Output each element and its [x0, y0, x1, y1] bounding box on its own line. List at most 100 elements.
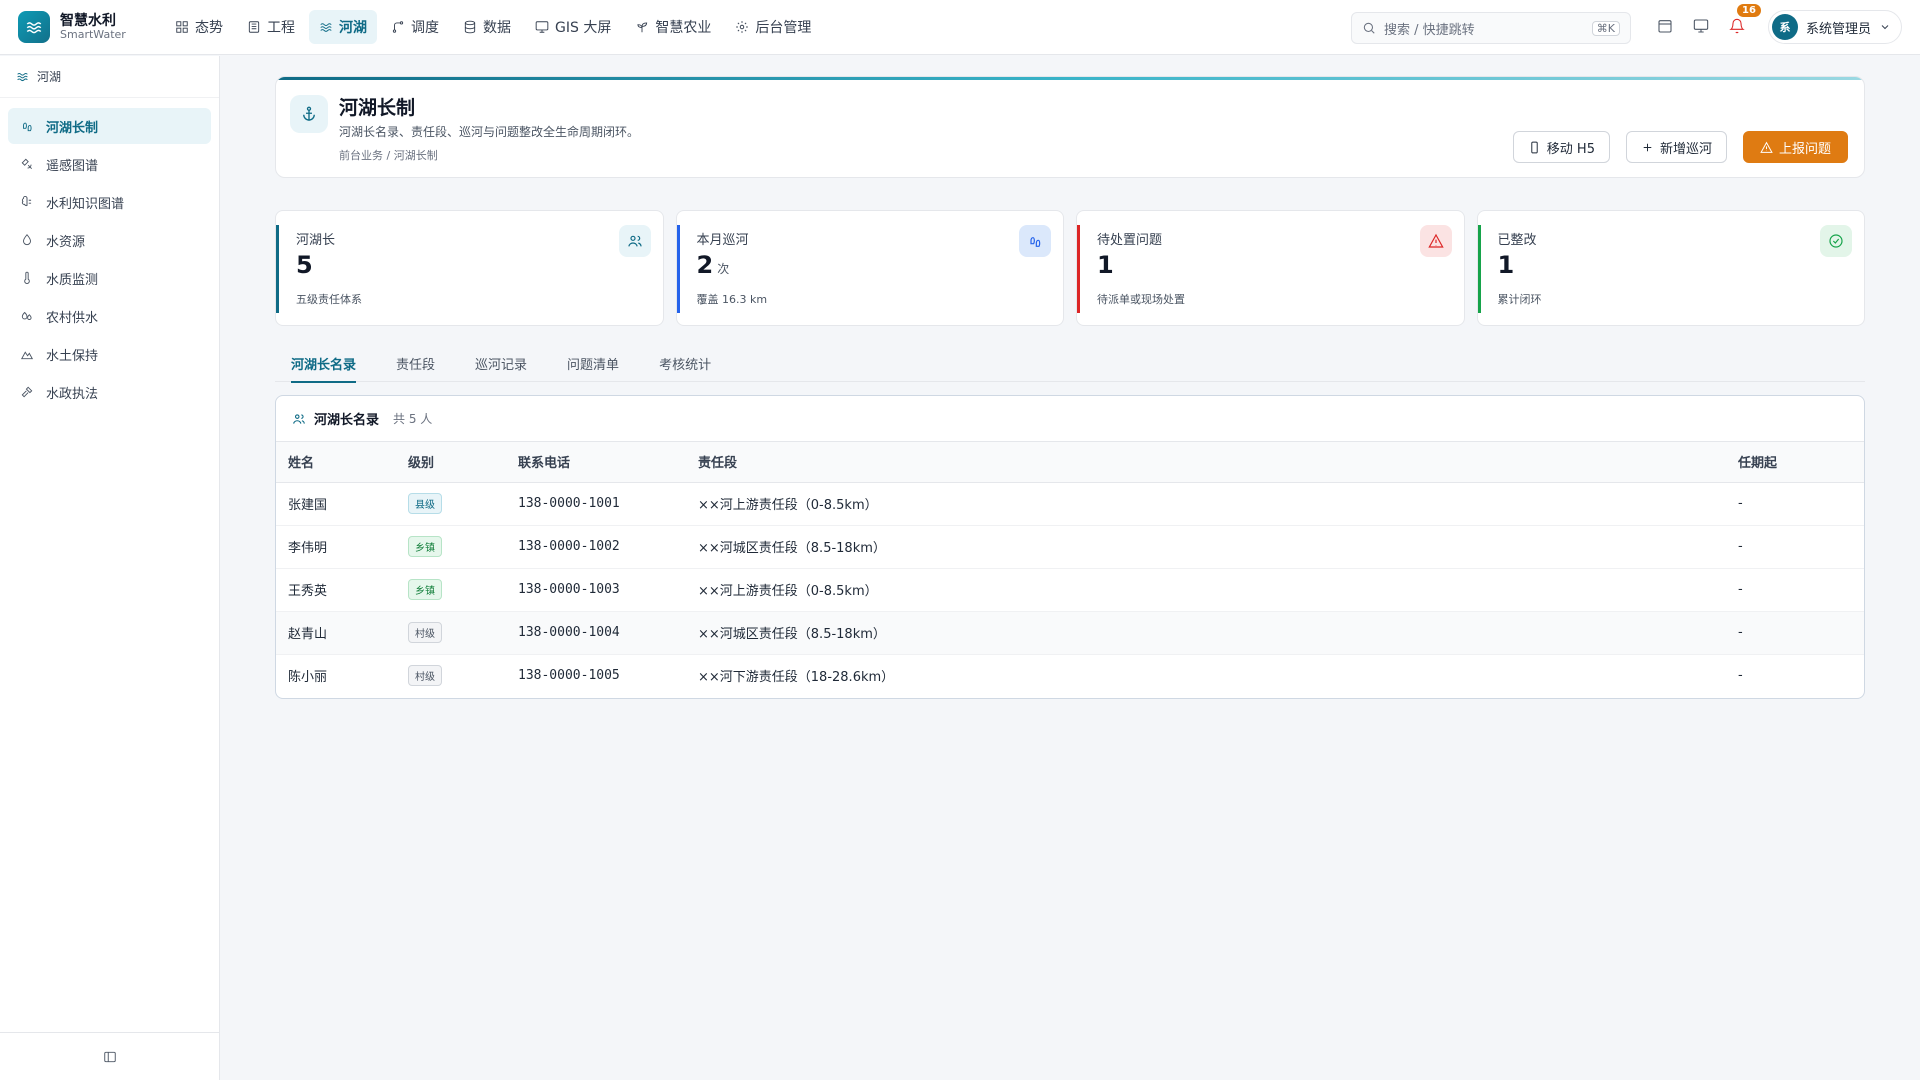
database-icon [464, 20, 476, 34]
main-nav: 态势 工程 河湖 调度 数据 GIS 大屏 智慧农业 后台管理 [165, 10, 821, 44]
stat-label: 待处置问题 [1097, 233, 1163, 248]
top-icons: 16 [1655, 4, 1761, 38]
breadcrumb[interactable]: 前台业务 / 河湖长制 [339, 147, 438, 163]
brand[interactable]: 智慧水利 SmartWater [0, 11, 165, 43]
cell-phone: 138-0000-1003 [506, 568, 686, 612]
cell-term-start: - [1726, 568, 1864, 612]
grid-icon [176, 21, 188, 33]
nav-item-dispatch[interactable]: 调度 [381, 10, 449, 44]
stat-accent-bar [1477, 225, 1481, 313]
sidebar-item-label: 水利知识图谱 [46, 196, 125, 212]
stat-card-river-chiefs: 河湖长 5 五级责任体系 [275, 210, 664, 326]
sidebar-item-remote-sensing[interactable]: 遥感图谱 [8, 146, 211, 182]
nav-item-admin[interactable]: 后台管理 [725, 10, 821, 44]
cell-term-start: - [1726, 482, 1864, 526]
notifications-button[interactable]: 16 [1727, 4, 1761, 38]
tab-river-chief-list[interactable]: 河湖长名录 [291, 345, 374, 383]
page-title: 河湖长制 [339, 97, 416, 119]
level-badge: 村级 [408, 622, 442, 643]
cell-level: 乡镇 [396, 568, 506, 612]
nav-item-label: 态势 [195, 20, 223, 36]
column-header-phone[interactable]: 联系电话 [506, 442, 686, 483]
cell-name: 张建国 [276, 482, 396, 526]
column-header-level[interactable]: 级别 [396, 442, 506, 483]
cell-level: 村级 [396, 654, 506, 697]
calendar-button[interactable] [1655, 14, 1675, 38]
column-header-name[interactable]: 姓名 [276, 442, 396, 483]
sidebar-item-water-resources[interactable]: 水资源 [8, 222, 211, 258]
sidebar-item-label: 农村供水 [46, 310, 99, 326]
tab-segments[interactable]: 责任段 [378, 345, 453, 382]
tab-issues[interactable]: 问题清单 [549, 345, 637, 382]
cell-phone: 138-0000-1001 [506, 482, 686, 526]
table-row[interactable]: 陈小丽 村级 138-0000-1005 ××河下游责任段（18-28.6km）… [276, 654, 1864, 697]
cell-level: 县级 [396, 482, 506, 526]
report-issue-button[interactable]: 上报问题 [1742, 131, 1848, 163]
sidebar-item-label: 水资源 [46, 234, 86, 250]
waves-logo-icon [18, 11, 50, 43]
nav-item-label: 智慧农业 [655, 20, 712, 36]
stat-accent-bar [1077, 225, 1080, 313]
cell-term-start: - [1738, 668, 1743, 684]
building-icon [248, 21, 260, 33]
nav-item-gis[interactable]: GIS 大屏 [525, 10, 621, 44]
sidebar-item-label: 水土保持 [46, 348, 99, 364]
user-name: 系统管理员 [1806, 21, 1872, 37]
sidebar-item-water-quality[interactable]: 水质监测 [8, 260, 211, 296]
nav-item-data[interactable]: 数据 [453, 10, 521, 44]
tab-assessment[interactable]: 考核统计 [641, 345, 729, 382]
sidebar-item-enforcement[interactable]: 水政执法 [8, 374, 211, 410]
nav-item-engineering[interactable]: 工程 [237, 10, 305, 44]
column-header-term-start[interactable]: 任期起 [1726, 442, 1864, 483]
sidebar-item-river-chief[interactable]: 河湖长制 [8, 108, 211, 144]
table-card-header: 河湖长名录 共 5 人 [276, 396, 1864, 442]
nav-item-label: 后台管理 [755, 20, 812, 36]
sidebar-item-soil-conservation[interactable]: 水土保持 [8, 336, 211, 372]
gavel-icon [21, 386, 33, 398]
cell-name: 李伟明 [276, 525, 396, 569]
add-patrol-button[interactable]: 新增巡河 [1625, 131, 1727, 163]
sidebar-item-knowledge-graph[interactable]: 水利知识图谱 [8, 184, 211, 220]
screen-button[interactable] [1691, 14, 1711, 38]
brand-name: 智慧水利 [60, 12, 116, 29]
cell-segment: ××河城区责任段（8.5-18km） [686, 525, 1726, 569]
alert-triangle-icon [1760, 141, 1773, 153]
footprints-icon [23, 122, 32, 132]
check-circle-icon [1820, 225, 1852, 257]
nav-item-rivers[interactable]: 河湖 [309, 10, 377, 44]
mountain-icon [20, 351, 34, 360]
nav-item-situation[interactable]: 态势 [165, 10, 233, 44]
stat-subtext: 待派单或现场处置 [1097, 293, 1185, 306]
sidebar-collapse-button[interactable] [0, 1032, 219, 1080]
mobile-h5-button[interactable]: 移动 H5 [1512, 131, 1610, 163]
tab-bar: 河湖长名录 责任段 巡河记录 问题清单 考核统计 [275, 345, 1865, 383]
nav-item-agriculture[interactable]: 智慧农业 [625, 10, 721, 44]
mobile-h5-label: 移动 H5 [1546, 141, 1595, 157]
column-header-segment[interactable]: 责任段 [686, 442, 1726, 483]
sidebar-item-rural-supply[interactable]: 农村供水 [8, 298, 211, 334]
stat-value: 1 [1497, 251, 1515, 279]
table-row[interactable]: 赵青山 村级 138-0000-1004 ××河城区责任段（8.5-18km） … [276, 611, 1864, 655]
tab-patrol-records[interactable]: 巡河记录 [457, 345, 545, 382]
satellite-icon [21, 158, 32, 169]
bell-icon [1729, 18, 1745, 34]
add-patrol-label: 新增巡河 [1659, 141, 1712, 157]
stat-cards: 河湖长 5 五级责任体系 本月巡河 2次 覆盖 16.3 km 待处置问题 1 … [275, 210, 1865, 326]
nav-item-label: GIS 大屏 [555, 20, 612, 36]
search-input[interactable]: 搜索 / 快捷跳转 ⌘K [1351, 12, 1631, 44]
avatar: 系 [1772, 14, 1798, 40]
table-row[interactable]: 张建国 县级 138-0000-1001 ××河上游责任段（0-8.5km） - [276, 482, 1864, 526]
stat-subtext: 五级责任体系 [296, 293, 362, 306]
header-actions: 移动 H5 新增巡河 上报问题 [1512, 131, 1848, 163]
panel-left-icon [103, 1051, 116, 1062]
report-issue-label: 上报问题 [1778, 141, 1831, 157]
table-row[interactable]: 李伟明 乡镇 138-0000-1002 ××河城区责任段（8.5-18km） … [276, 525, 1864, 569]
cell-term-start: - [1726, 525, 1864, 569]
cell-segment: ××河城区责任段（8.5-18km） [686, 611, 1726, 655]
stat-card-pending-issues: 待处置问题 1 待派单或现场处置 [1076, 210, 1465, 326]
users-icon [293, 413, 305, 424]
user-menu[interactable]: 系 系统管理员 [1768, 10, 1903, 44]
top-bar: 智慧水利 SmartWater 态势 工程 河湖 调度 数据 GIS 大屏 智慧… [0, 0, 1920, 55]
page-description: 河湖长名录、责任段、巡河与问题整改全生命周期闭环。 [339, 125, 640, 139]
table-row[interactable]: 王秀英 乡镇 138-0000-1003 ××河上游责任段（0-8.5km） - [276, 568, 1864, 612]
